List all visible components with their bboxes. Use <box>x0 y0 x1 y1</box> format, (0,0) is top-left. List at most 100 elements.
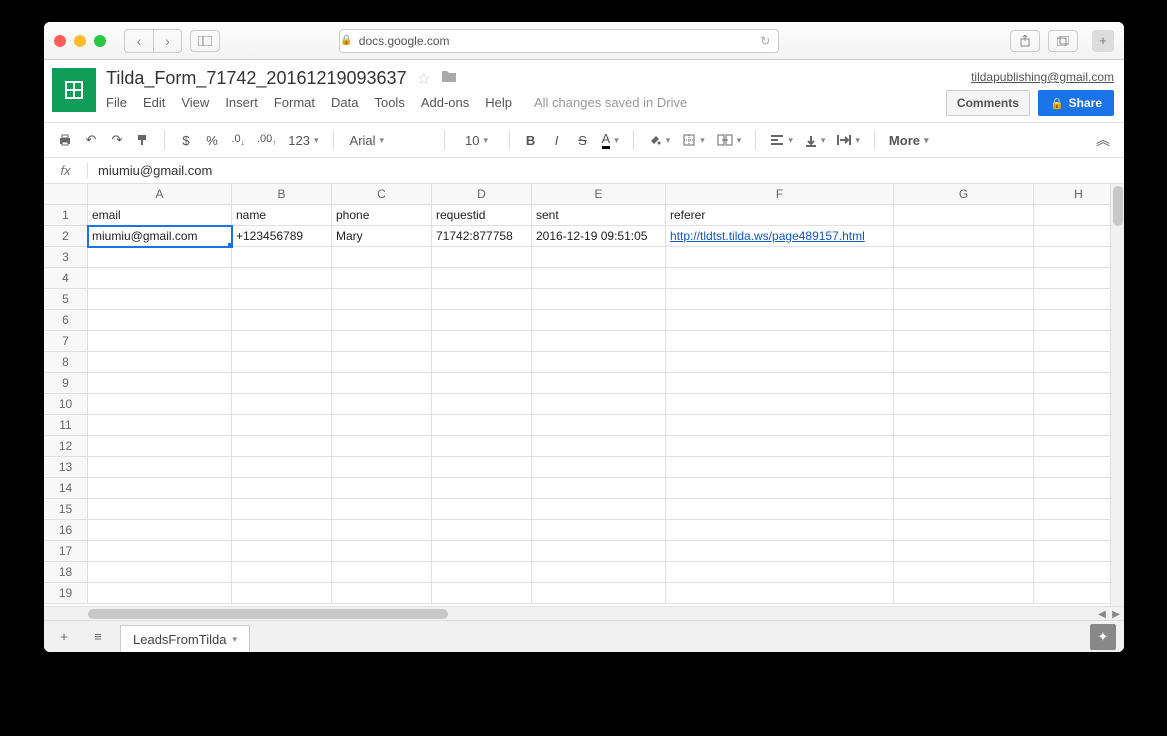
fx-label[interactable]: fx <box>44 163 88 178</box>
column-header-B[interactable]: B <box>232 184 332 205</box>
cell-E8[interactable] <box>532 352 666 373</box>
cell-C13[interactable] <box>332 457 432 478</box>
cell-E4[interactable] <box>532 268 666 289</box>
menu-file[interactable]: File <box>106 95 127 110</box>
column-header-C[interactable]: C <box>332 184 432 205</box>
cell-F17[interactable] <box>666 541 894 562</box>
cell-D4[interactable] <box>432 268 532 289</box>
cell-F7[interactable] <box>666 331 894 352</box>
cell-E6[interactable] <box>532 310 666 331</box>
cell-A1[interactable]: email <box>88 205 232 226</box>
cell-B15[interactable] <box>232 499 332 520</box>
formula-input[interactable]: miumiu@gmail.com <box>88 163 212 178</box>
cell-E7[interactable] <box>532 331 666 352</box>
column-header-A[interactable]: A <box>88 184 232 205</box>
cell-G3[interactable] <box>894 247 1034 268</box>
horizontal-scrollbar-thumb[interactable] <box>88 609 448 619</box>
sidebar-toggle-button[interactable] <box>190 30 220 52</box>
row-header-7[interactable]: 7 <box>44 331 88 352</box>
cell-D14[interactable] <box>432 478 532 499</box>
vertical-align-button[interactable] <box>801 128 830 152</box>
bold-button[interactable]: B <box>520 128 542 152</box>
cell-D19[interactable] <box>432 583 532 604</box>
cell-B4[interactable] <box>232 268 332 289</box>
cell-F14[interactable] <box>666 478 894 499</box>
cell-A2[interactable]: miumiu@gmail.com <box>88 226 232 247</box>
cell-F4[interactable] <box>666 268 894 289</box>
cell-A8[interactable] <box>88 352 232 373</box>
cell-B9[interactable] <box>232 373 332 394</box>
cell-C16[interactable] <box>332 520 432 541</box>
add-sheet-button[interactable]: + <box>52 625 76 649</box>
cell-E13[interactable] <box>532 457 666 478</box>
cell-C11[interactable] <box>332 415 432 436</box>
cell-A13[interactable] <box>88 457 232 478</box>
cell-B11[interactable] <box>232 415 332 436</box>
share-button[interactable]: 🔒 Share <box>1038 90 1114 116</box>
cell-D15[interactable] <box>432 499 532 520</box>
selection-handle[interactable] <box>228 243 232 247</box>
row-header-9[interactable]: 9 <box>44 373 88 394</box>
cell-C9[interactable] <box>332 373 432 394</box>
cell-E18[interactable] <box>532 562 666 583</box>
cell-G18[interactable] <box>894 562 1034 583</box>
cell-B1[interactable]: name <box>232 205 332 226</box>
cell-D10[interactable] <box>432 394 532 415</box>
cell-G15[interactable] <box>894 499 1034 520</box>
new-tab-button[interactable]: + <box>1092 30 1114 52</box>
row-header-1[interactable]: 1 <box>44 205 88 226</box>
redo-icon[interactable]: ↷ <box>106 128 128 152</box>
cell-G1[interactable] <box>894 205 1034 226</box>
cell-D12[interactable] <box>432 436 532 457</box>
cell-A10[interactable] <box>88 394 232 415</box>
cell-D5[interactable] <box>432 289 532 310</box>
cell-F8[interactable] <box>666 352 894 373</box>
menu-insert[interactable]: Insert <box>225 95 258 110</box>
cell-F9[interactable] <box>666 373 894 394</box>
cell-D1[interactable]: requestid <box>432 205 532 226</box>
cell-E2[interactable]: 2016-12-19 09:51:05 <box>532 226 666 247</box>
strikethrough-button[interactable]: S <box>572 128 594 152</box>
cell-C1[interactable]: phone <box>332 205 432 226</box>
row-header-12[interactable]: 12 <box>44 436 88 457</box>
cell-C4[interactable] <box>332 268 432 289</box>
paint-format-icon[interactable] <box>132 128 154 152</box>
explore-button[interactable]: ✦ <box>1090 624 1116 650</box>
account-email[interactable]: tildapublishing@gmail.com <box>971 70 1114 84</box>
cell-A15[interactable] <box>88 499 232 520</box>
cell-A4[interactable] <box>88 268 232 289</box>
cell-D8[interactable] <box>432 352 532 373</box>
cell-B13[interactable] <box>232 457 332 478</box>
address-bar[interactable]: 🔒 docs.google.com ↻ <box>339 29 779 53</box>
move-folder-icon[interactable] <box>441 69 457 88</box>
cell-C10[interactable] <box>332 394 432 415</box>
font-size-dropdown[interactable]: 10 <box>455 128 499 152</box>
cell-A6[interactable] <box>88 310 232 331</box>
cell-F18[interactable] <box>666 562 894 583</box>
row-header-10[interactable]: 10 <box>44 394 88 415</box>
cell-F6[interactable] <box>666 310 894 331</box>
cell-F19[interactable] <box>666 583 894 604</box>
cell-C3[interactable] <box>332 247 432 268</box>
cell-F5[interactable] <box>666 289 894 310</box>
star-icon[interactable]: ☆ <box>417 69 431 89</box>
percent-button[interactable]: % <box>201 128 223 152</box>
cell-D11[interactable] <box>432 415 532 436</box>
row-header-2[interactable]: 2 <box>44 226 88 247</box>
cell-F16[interactable] <box>666 520 894 541</box>
menu-addons[interactable]: Add-ons <box>421 95 469 110</box>
row-header-17[interactable]: 17 <box>44 541 88 562</box>
cell-B2[interactable]: +123456789 <box>232 226 332 247</box>
row-header-4[interactable]: 4 <box>44 268 88 289</box>
cell-C6[interactable] <box>332 310 432 331</box>
borders-button[interactable] <box>678 128 709 152</box>
cell-F10[interactable] <box>666 394 894 415</box>
row-header-11[interactable]: 11 <box>44 415 88 436</box>
cell-G14[interactable] <box>894 478 1034 499</box>
cell-C19[interactable] <box>332 583 432 604</box>
cell-E5[interactable] <box>532 289 666 310</box>
cell-E15[interactable] <box>532 499 666 520</box>
print-icon[interactable] <box>54 128 76 152</box>
cell-A9[interactable] <box>88 373 232 394</box>
cell-A19[interactable] <box>88 583 232 604</box>
